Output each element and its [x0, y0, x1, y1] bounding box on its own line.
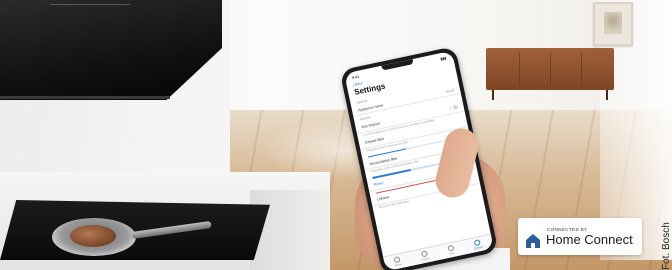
- tab-label: Settings: [473, 245, 484, 251]
- sideboard-leg: [606, 90, 608, 100]
- sideboard-door: [519, 52, 550, 86]
- tab-settings[interactable]: Settings: [472, 239, 484, 251]
- grease-filter-label: Grease filter: [364, 136, 385, 145]
- key-lockout-toggle[interactable]: [449, 104, 458, 111]
- appliance-name-value: Hood: [445, 87, 455, 94]
- steak: [70, 225, 116, 247]
- tab-info[interactable]: Info: [447, 244, 455, 256]
- tab-label: Control: [421, 256, 430, 262]
- tab-label: Info: [449, 251, 455, 256]
- wooden-sideboard: [486, 48, 614, 90]
- sideboard-door: [581, 52, 612, 86]
- badge-connected-by: CONNECTED BY: [547, 226, 588, 232]
- tab-home[interactable]: Home: [393, 256, 402, 267]
- sideboard-door: [488, 52, 518, 86]
- cooker-hood-control-strip: [50, 4, 130, 5]
- photo-credit: Fot. Bosch: [661, 222, 672, 270]
- tab-control[interactable]: Control: [420, 250, 430, 262]
- home-connect-badge: CONNECTED BY Home Connect: [518, 218, 642, 255]
- lifetime-label: Lifetime: [376, 194, 390, 202]
- kitchen-photo: 9:41 ▮▮▮ ‹ Back Settings General Applian…: [0, 0, 672, 270]
- sideboard-door: [550, 52, 581, 86]
- induction-hob: [0, 200, 270, 260]
- cooker-hood-edge: [0, 96, 170, 99]
- badge-brand: Home Connect: [546, 231, 633, 247]
- home-connect-house-icon: [524, 232, 542, 250]
- badge-text: CONNECTED BY Home Connect: [546, 227, 633, 247]
- wall-picture: [593, 2, 633, 46]
- key-lockout-label: Key lockout: [361, 121, 381, 129]
- sideboard-leg: [492, 90, 494, 100]
- tab-label: Home: [394, 262, 403, 268]
- reset-link[interactable]: Reset: [374, 181, 384, 187]
